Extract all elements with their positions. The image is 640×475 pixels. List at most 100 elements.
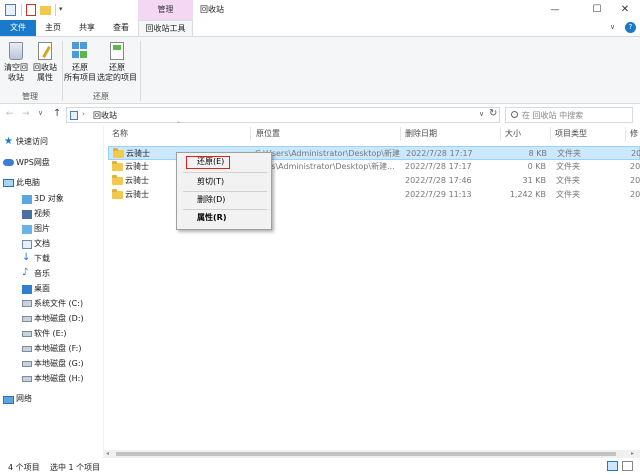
file-modified: 20 <box>630 176 640 185</box>
nav-pane-divider[interactable] <box>103 126 104 458</box>
status-bar: 4 个项目 选中 1 个项目 <box>0 458 640 475</box>
menu-separator <box>183 209 267 210</box>
restore-selected-label: 还原 选定的项目 <box>97 63 137 82</box>
nav-this-pc[interactable]: 此电脑 <box>16 176 40 190</box>
nav-item-documents[interactable]: 文档 <box>34 237 50 251</box>
item-count: 4 个项目 <box>8 463 40 472</box>
column-header-modified[interactable]: 修 <box>630 127 638 141</box>
properties-icon <box>38 42 52 60</box>
column-header-size[interactable]: 大小 <box>505 127 521 141</box>
nav-item-desktop[interactable]: 桌面 <box>34 282 50 296</box>
search-field[interactable]: 在 回收站 中搜索 <box>505 107 633 123</box>
nav-item-music[interactable]: 音乐 <box>34 267 50 281</box>
file-size: 0 KB <box>527 162 546 171</box>
tab-share[interactable]: 共享 <box>70 20 104 36</box>
local-disk-icon <box>22 376 32 382</box>
column-header-location[interactable]: 原位置 <box>256 127 280 141</box>
restore-all-items-button[interactable]: 还原 所有项目 <box>64 40 96 83</box>
column-header-date-deleted[interactable]: 删除日期 <box>405 127 437 141</box>
column-divider[interactable] <box>550 127 551 141</box>
vertical-divider <box>55 4 56 16</box>
address-field[interactable]: › 回收站 ∨ ↻ <box>66 107 500 123</box>
menu-item-properties[interactable]: 属性(R) <box>197 212 226 224</box>
column-divider[interactable] <box>250 127 251 141</box>
scroll-left-icon[interactable]: ◂ <box>106 450 109 457</box>
column-header-name[interactable]: 名称 <box>112 127 128 141</box>
3d-objects-icon <box>22 195 32 204</box>
nav-item-drive-f[interactable]: 本地磁盘 (F:) <box>34 342 81 356</box>
column-divider[interactable] <box>400 127 401 141</box>
nav-item-downloads[interactable]: 下载 <box>34 252 50 266</box>
network-icon <box>3 396 14 404</box>
nav-network[interactable]: 网络 <box>16 392 32 406</box>
properties-label: 回收站 属性 <box>33 63 57 82</box>
local-disk-icon <box>22 331 32 337</box>
nav-item-videos[interactable]: 视频 <box>34 207 50 221</box>
address-bar-row: ← → ∨ ↑ › 回收站 ∨ ↻ 在 回收站 中搜索 <box>0 104 640 126</box>
tab-recycle-bin-tools[interactable]: 回收站工具 <box>138 20 193 37</box>
system-drive-icon <box>22 300 32 307</box>
tab-view[interactable]: 查看 <box>104 20 138 36</box>
file-modified: 20 <box>631 149 640 158</box>
file-date: 2022/7/28 17:17 <box>406 149 473 158</box>
refresh-icon[interactable]: ↻ <box>489 108 497 119</box>
restore-selected-items-button[interactable]: 还原 选定的项目 <box>96 40 138 83</box>
column-divider[interactable] <box>500 127 501 141</box>
file-location <box>254 174 400 188</box>
customize-toolbar-icon[interactable]: ▾ <box>59 5 63 13</box>
address-path: 回收站 <box>93 111 117 120</box>
collapse-ribbon-icon[interactable]: ∨ <box>610 23 615 31</box>
recycle-bin-properties-button[interactable]: 回收站 属性 <box>31 40 59 83</box>
menu-item-delete[interactable]: 删除(D) <box>197 194 225 206</box>
folder-icon <box>112 161 123 171</box>
file-date: 2022/7/29 11:13 <box>405 190 472 199</box>
file-size: 8 KB <box>528 149 547 158</box>
star-icon: ★ <box>4 136 13 147</box>
nav-item-drive-e[interactable]: 软件 (E:) <box>34 327 67 341</box>
file-date: 2022/7/28 17:17 <box>405 162 472 171</box>
group-label-manage: 管理 <box>22 92 38 101</box>
forward-arrow-icon[interactable]: → <box>22 109 30 119</box>
menu-item-cut[interactable]: 剪切(T) <box>197 176 224 188</box>
large-icons-view-icon[interactable] <box>622 461 633 471</box>
ribbon-tabs: 文件 主页 共享 查看 回收站工具 ∨ ? <box>0 20 640 37</box>
cloud-icon <box>3 159 14 166</box>
empty-recycle-bin-button[interactable]: 清空回 收站 <box>3 40 29 83</box>
desktop-icon <box>22 285 32 294</box>
tab-file[interactable]: 文件 <box>0 20 36 36</box>
column-divider[interactable] <box>625 127 626 141</box>
selected-count: 选中 1 个项目 <box>50 463 101 472</box>
nav-wps-cloud[interactable]: WPS网盘 <box>16 156 50 170</box>
up-arrow-icon[interactable]: ↑ <box>53 108 61 119</box>
details-view-icon[interactable] <box>607 461 618 471</box>
nav-item-drive-c[interactable]: 系统文件 (C:) <box>34 297 83 311</box>
window-title: 回收站 <box>200 5 224 14</box>
minimize-button[interactable]: — <box>543 0 567 20</box>
properties-quick-icon[interactable] <box>26 4 36 16</box>
scroll-thumb[interactable] <box>116 452 616 456</box>
column-header-item-type[interactable]: 项目类型 <box>555 127 587 141</box>
new-folder-quick-icon[interactable] <box>40 6 51 15</box>
nav-item-pictures[interactable]: 图片 <box>34 222 50 236</box>
horizontal-scrollbar[interactable]: ◂ ▸ <box>104 450 640 458</box>
help-icon[interactable]: ? <box>625 22 636 33</box>
search-icon <box>511 111 518 118</box>
nav-item-drive-d[interactable]: 本地磁盘 (D:) <box>34 312 84 326</box>
recent-locations-icon[interactable]: ∨ <box>38 109 43 117</box>
tab-home[interactable]: 主页 <box>36 20 70 36</box>
nav-item-3d-objects[interactable]: 3D 对象 <box>34 192 64 206</box>
local-disk-icon <box>22 346 32 352</box>
back-arrow-icon[interactable]: ← <box>6 109 14 119</box>
file-location <box>254 188 400 202</box>
nav-quick-access[interactable]: 快速访问 <box>16 135 48 149</box>
pictures-icon <box>22 225 32 234</box>
file-size: 31 KB <box>522 176 546 185</box>
scroll-right-icon[interactable]: ▸ <box>631 450 634 457</box>
menu-item-restore[interactable]: 还原(E) <box>197 156 224 168</box>
close-button[interactable]: ✕ <box>613 0 637 20</box>
maximize-button[interactable]: ☐ <box>585 0 609 20</box>
nav-item-drive-g[interactable]: 本地磁盘 (G:) <box>34 357 84 371</box>
address-dropdown-icon[interactable]: ∨ <box>479 110 484 118</box>
documents-icon <box>22 240 32 249</box>
nav-item-drive-h[interactable]: 本地磁盘 (H:) <box>34 372 84 386</box>
